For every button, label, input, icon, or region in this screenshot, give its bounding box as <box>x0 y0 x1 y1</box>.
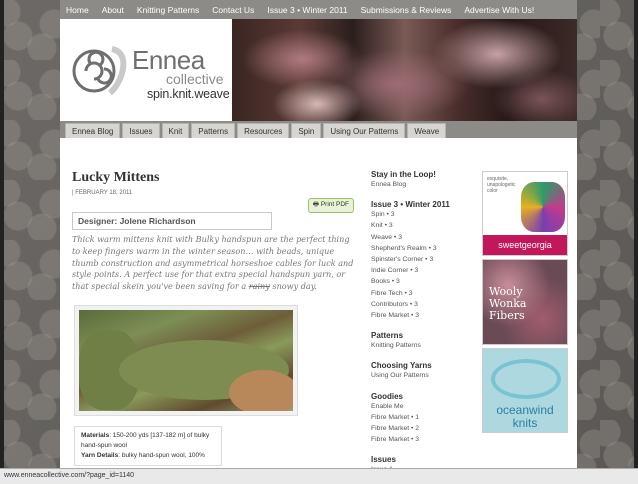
topnav-item-5[interactable]: Submissions & Reviews <box>361 5 452 15</box>
printer-icon: 🖶 <box>312 201 321 208</box>
sidebar-link[interactable]: Fibre Market • 3 <box>371 434 476 445</box>
topnav-item-4[interactable]: Issue 3 • Winter 2011 <box>267 5 347 15</box>
sidebar-heading: Goodies <box>371 391 404 401</box>
sidebar-link[interactable]: Fibre Market • 1 <box>371 412 476 423</box>
mittens-photo[interactable] <box>74 305 298 417</box>
triskele-logo-icon <box>72 46 127 96</box>
sidebar-heading: Choosing Yarns <box>371 361 432 371</box>
tab-0[interactable]: Ennea Blog <box>65 123 121 138</box>
intro-text-b: snowy day. <box>269 281 317 292</box>
ad-sweetgeorgia[interactable]: exquisite, unapologetic color sweetgeorg… <box>482 171 568 256</box>
logo-subname: collective <box>166 71 224 87</box>
sidebar-link[interactable]: Ennea Blog <box>371 179 476 190</box>
site-header: Ennea collective spin.knit.weave <box>60 19 577 121</box>
page-container: Home About Knitting Patterns Contact Us Issu… <box>60 0 577 473</box>
tab-1[interactable]: Issues <box>122 123 160 138</box>
header-yarn-banner <box>232 19 577 121</box>
topnav-item-3[interactable]: Contact Us <box>212 5 254 15</box>
tab-2[interactable]: Knit <box>161 123 190 138</box>
mittens-image <box>79 310 293 412</box>
topnav-item-6[interactable]: Advertise With Us! <box>464 5 534 15</box>
print-pdf-label: Print PDF <box>320 201 349 208</box>
ad-oceanwind[interactable]: oceanwind knits <box>482 348 568 433</box>
sidebar-link[interactable]: Enable Me <box>371 401 476 412</box>
sidebar-link[interactable]: Fibre Tech • 3 <box>371 288 476 299</box>
sidebar-link[interactable]: Fibre Market • 2 <box>371 423 476 434</box>
sidebar-link[interactable]: Spin • 3 <box>371 209 476 220</box>
ad3-brand: oceanwind <box>496 403 554 417</box>
ad3-brand-sub: knits <box>512 416 538 430</box>
post: Lucky Mittens | FEBRUARY 18, 2011 🖶 Prin… <box>72 158 354 467</box>
sidebar-link[interactable]: Contributors • 3 <box>371 299 476 310</box>
ad-wooly-wonka[interactable]: Wooly Wonka Fibers <box>482 259 568 345</box>
sidebar-link[interactable]: Shepherd's Realm • 3 <box>371 243 476 254</box>
yarn-details-line: Yarn Details: bulky hand-spun wool, 100% <box>81 452 205 460</box>
tab-4[interactable]: Resources <box>237 123 290 138</box>
materials-line: Materials: 150-200 yds [137-182 m] of bu… <box>81 432 210 450</box>
top-nav: Home About Knitting Patterns Contact Us Issu… <box>60 0 577 19</box>
ad1-brand: sweetgeorgia <box>483 235 567 255</box>
print-pdf-button[interactable]: 🖶 Print PDF <box>307 198 354 213</box>
topnav-item-0[interactable]: Home <box>66 5 89 15</box>
topnav-item-2[interactable]: Knitting Patterns <box>137 5 199 15</box>
sidebar-link[interactable]: Knit • 3 <box>371 220 476 231</box>
sidebar-link[interactable]: Spinster's Corner • 3 <box>371 254 476 265</box>
post-date: | FEBRUARY 18, 2011 <box>72 190 133 196</box>
sidebar-link[interactable]: Indie Corner • 3 <box>371 265 476 276</box>
sidebar-heading: Issue 3 • Winter 2011 <box>371 200 450 210</box>
sidebar-link[interactable]: Weave • 3 <box>371 232 476 243</box>
sidebar-heading: Stay in the Loop! <box>371 170 436 179</box>
post-title[interactable]: Lucky Mittens <box>72 170 354 186</box>
tab-6[interactable]: Using Our Patterns <box>323 123 406 138</box>
window-frame-right <box>634 0 638 484</box>
sidebar: Stay in the Loop! Ennea Blog Issue 3 • Win… <box>371 170 476 476</box>
sidebar-heading: Patterns <box>371 331 404 341</box>
sidebar-heading: Issues <box>371 455 396 465</box>
tab-3[interactable]: Patterns <box>191 123 236 138</box>
tab-7[interactable]: Weave <box>407 123 447 138</box>
site-logo[interactable]: Ennea collective spin.knit.weave <box>60 19 232 121</box>
intro-strike: rainy <box>248 281 270 292</box>
designer-box: Designer: Jolene Richardson <box>72 212 272 230</box>
topnav-item-1[interactable]: About <box>102 5 124 15</box>
status-bar: www.enneacollective.com/?page_id=1140 <box>0 468 638 484</box>
sidebar-ads: exquisite, unapologetic color sweetgeorg… <box>482 171 568 436</box>
post-intro: Thick warm mittens knit with Bulky hands… <box>72 234 354 293</box>
ad2-brand: Wooly Wonka Fibers <box>489 285 527 323</box>
sidebar-link[interactable]: Knitting Patterns <box>371 340 476 351</box>
sidebar-link[interactable]: Using Our Patterns <box>371 370 476 381</box>
logo-tagline: spin.knit.weave <box>147 87 230 101</box>
sidebar-link[interactable]: Books • 3 <box>371 276 476 287</box>
materials-box: Materials: 150-200 yds [137-182 m] of bu… <box>74 426 222 467</box>
section-tabs: Ennea Blog Issues Knit Patterns Resources Spi… <box>60 121 577 138</box>
window-frame-left <box>0 0 4 484</box>
sidebar-link[interactable]: Fibre Market • 3 <box>371 310 476 321</box>
tab-5[interactable]: Spin <box>291 123 322 138</box>
